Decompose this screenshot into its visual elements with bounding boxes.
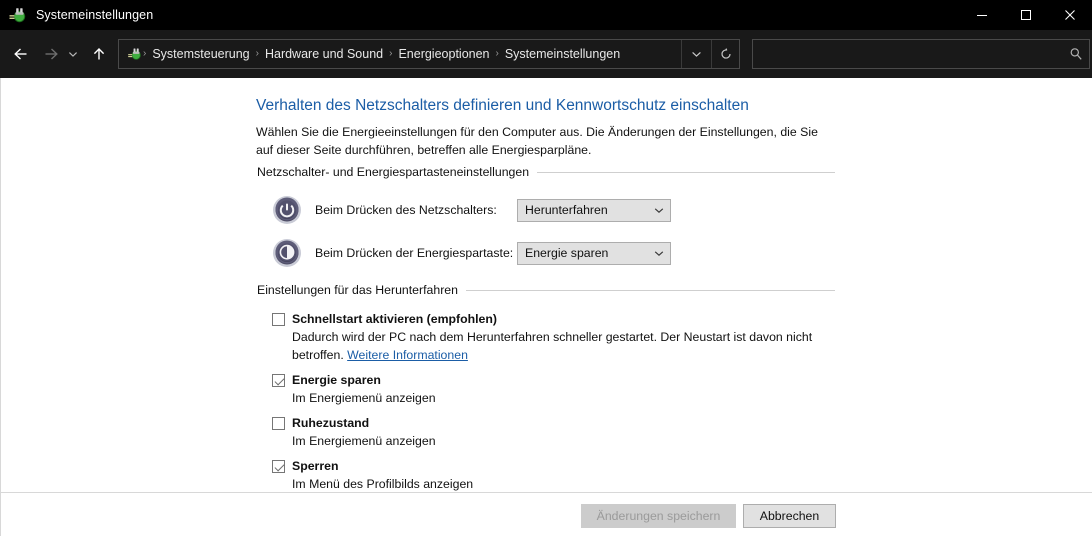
- breadcrumb-bar[interactable]: › Systemsteuerung › Hardware und Sound ›…: [118, 39, 740, 69]
- checkbox-label-lock: Sperren: [292, 459, 339, 473]
- checkbox-description-fast-startup: Dadurch wird der PC nach dem Herunterfah…: [292, 328, 832, 364]
- content-pane: Verhalten des Netzschalters definieren u…: [0, 78, 1092, 492]
- section-header-shutdown-label: Einstellungen für das Herunterfahren: [257, 283, 458, 297]
- checkbox-fast-startup[interactable]: [272, 312, 285, 326]
- chevron-down-icon: [648, 207, 670, 214]
- list-item: Sperren Im Menü des Profilbilds anzeigen: [272, 457, 832, 493]
- search-icon[interactable]: [1063, 47, 1089, 61]
- window-title: Systemeinstellungen: [36, 8, 154, 22]
- breadcrumb-item-systemeinstellungen[interactable]: Systemeinstellungen: [499, 40, 626, 68]
- shutdown-settings-list: Schnellstart aktivieren (empfohlen) Dadu…: [272, 310, 832, 493]
- list-gap: [272, 407, 832, 414]
- breadcrumb-item-hardware-und-sound[interactable]: Hardware und Sound: [259, 40, 389, 68]
- back-arrow-icon[interactable]: [8, 39, 34, 69]
- dropdown-power-button-value: Herunterfahren: [525, 203, 608, 217]
- section-header-power: Netzschalter- und Energiespartasteneinst…: [257, 165, 835, 179]
- section-divider: [537, 171, 835, 173]
- search-input[interactable]: [753, 41, 1063, 67]
- checkbox-sleep[interactable]: [272, 373, 285, 387]
- checkbox-description-lock: Im Menü des Profilbilds anzeigen: [292, 477, 474, 491]
- cancel-button[interactable]: Abbrechen: [743, 504, 836, 528]
- dropdown-power-button-action[interactable]: Herunterfahren: [517, 198, 671, 222]
- search-box[interactable]: [752, 39, 1090, 69]
- setting-row-sleep-button: Beim Drücken der Energiespartaste: Energ…: [271, 237, 671, 269]
- maximize-button[interactable]: [1004, 0, 1048, 30]
- checkbox-label-hibernate: Ruhezustand: [292, 416, 370, 430]
- address-bar: › Systemsteuerung › Hardware und Sound ›…: [0, 30, 1092, 78]
- footer-button-bar: Änderungen speichern Abbrechen: [0, 492, 1092, 536]
- setting-label-sleep-button: Beim Drücken der Energiespartaste:: [315, 246, 514, 260]
- checkbox-row-hibernate[interactable]: Ruhezustand: [272, 414, 832, 432]
- checkbox-label-sleep: Energie sparen: [292, 373, 381, 387]
- checkbox-description-hibernate: Im Energiemenü anzeigen: [292, 434, 436, 448]
- power-plug-icon: [8, 5, 28, 25]
- list-gap: [272, 450, 832, 457]
- system-settings-window: Systemeinstellungen › Systemsteuerung › …: [0, 0, 1092, 536]
- setting-label-power-button: Beim Drücken des Netzschalters:: [315, 203, 497, 217]
- section-divider: [465, 289, 835, 291]
- power-button-icon: [271, 194, 303, 226]
- close-button[interactable]: [1048, 0, 1092, 30]
- dropdown-sleep-button-value: Energie sparen: [525, 246, 609, 260]
- chevron-down-icon: [648, 250, 670, 257]
- more-info-link[interactable]: Weitere Informationen: [347, 348, 468, 362]
- page-description: Wählen Sie die Energieeinstellungen für …: [256, 125, 818, 157]
- checkbox-row-lock[interactable]: Sperren: [272, 457, 832, 475]
- checkbox-hibernate[interactable]: [272, 416, 285, 430]
- list-item: Energie sparen Im Energiemenü anzeigen: [272, 371, 832, 407]
- checkbox-lock[interactable]: [272, 459, 285, 473]
- page-title: Verhalten des Netzschalters definieren u…: [256, 97, 749, 114]
- list-item: Ruhezustand Im Energiemenü anzeigen: [272, 414, 832, 450]
- checkbox-label-fast-startup: Schnellstart aktivieren (empfohlen): [292, 312, 498, 326]
- setting-row-power-button: Beim Drücken des Netzschalters: Herunter…: [271, 194, 671, 226]
- minimize-button[interactable]: [960, 0, 1004, 30]
- sleep-button-icon: [271, 237, 303, 269]
- save-changes-button[interactable]: Änderungen speichern: [581, 504, 736, 528]
- dropdown-sleep-button-action[interactable]: Energie sparen: [517, 241, 671, 265]
- forward-arrow-icon[interactable]: [38, 39, 64, 69]
- section-header-shutdown: Einstellungen für das Herunterfahren: [257, 283, 835, 297]
- refresh-icon[interactable]: [711, 40, 739, 68]
- up-arrow-icon[interactable]: [86, 39, 112, 69]
- recent-locations-chevron-icon[interactable]: [64, 39, 82, 69]
- checkbox-row-sleep[interactable]: Energie sparen: [272, 371, 832, 389]
- list-gap: [272, 364, 832, 371]
- section-header-power-label: Netzschalter- und Energiespartasteneinst…: [257, 165, 530, 179]
- chevron-down-icon[interactable]: [681, 40, 711, 68]
- list-item: Schnellstart aktivieren (empfohlen) Dadu…: [272, 310, 832, 364]
- breadcrumb: › Systemsteuerung › Hardware und Sound ›…: [143, 40, 626, 68]
- breadcrumb-item-energieoptionen[interactable]: Energieoptionen: [392, 40, 495, 68]
- power-plug-icon: [127, 46, 143, 62]
- checkbox-description-sleep: Im Energiemenü anzeigen: [292, 391, 436, 405]
- title-bar: Systemeinstellungen: [0, 0, 1092, 30]
- checkbox-row-fast-startup[interactable]: Schnellstart aktivieren (empfohlen): [272, 310, 832, 328]
- breadcrumb-item-systemsteuerung[interactable]: Systemsteuerung: [146, 40, 255, 68]
